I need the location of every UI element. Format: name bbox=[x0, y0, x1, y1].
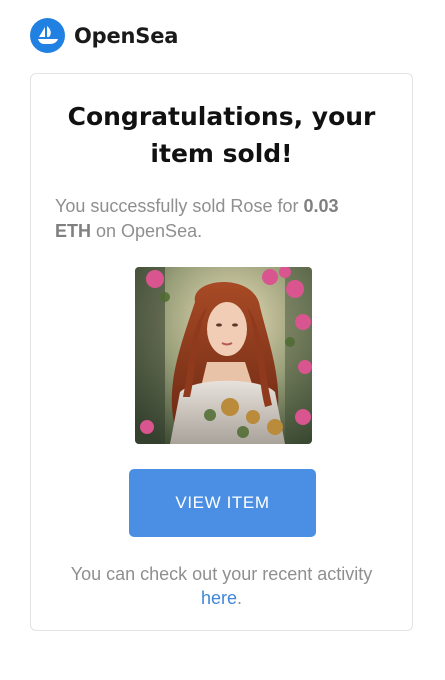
sale-message-suffix: on OpenSea. bbox=[91, 221, 203, 241]
recent-activity-text: You can check out your recent activity h… bbox=[31, 562, 412, 610]
opensea-logo-icon[interactable] bbox=[30, 18, 65, 53]
nft-artwork-image bbox=[135, 267, 312, 444]
header: OpenSea bbox=[30, 18, 178, 53]
page-title: Congratulations, your item sold! bbox=[67, 102, 376, 168]
view-item-button[interactable]: VIEW ITEM bbox=[129, 469, 316, 537]
sale-message-prefix: You successfully sold Rose for bbox=[55, 196, 304, 216]
sale-message: You successfully sold Rose for 0.03 ETH … bbox=[55, 194, 375, 244]
brand-name[interactable]: OpenSea bbox=[74, 24, 178, 48]
recent-activity-link[interactable]: here bbox=[201, 588, 237, 608]
recent-activity-suffix: . bbox=[237, 588, 243, 608]
recent-activity-prefix: You can check out your recent activity bbox=[70, 564, 373, 584]
notification-card: Congratulations, your item sold! You suc… bbox=[30, 73, 413, 631]
